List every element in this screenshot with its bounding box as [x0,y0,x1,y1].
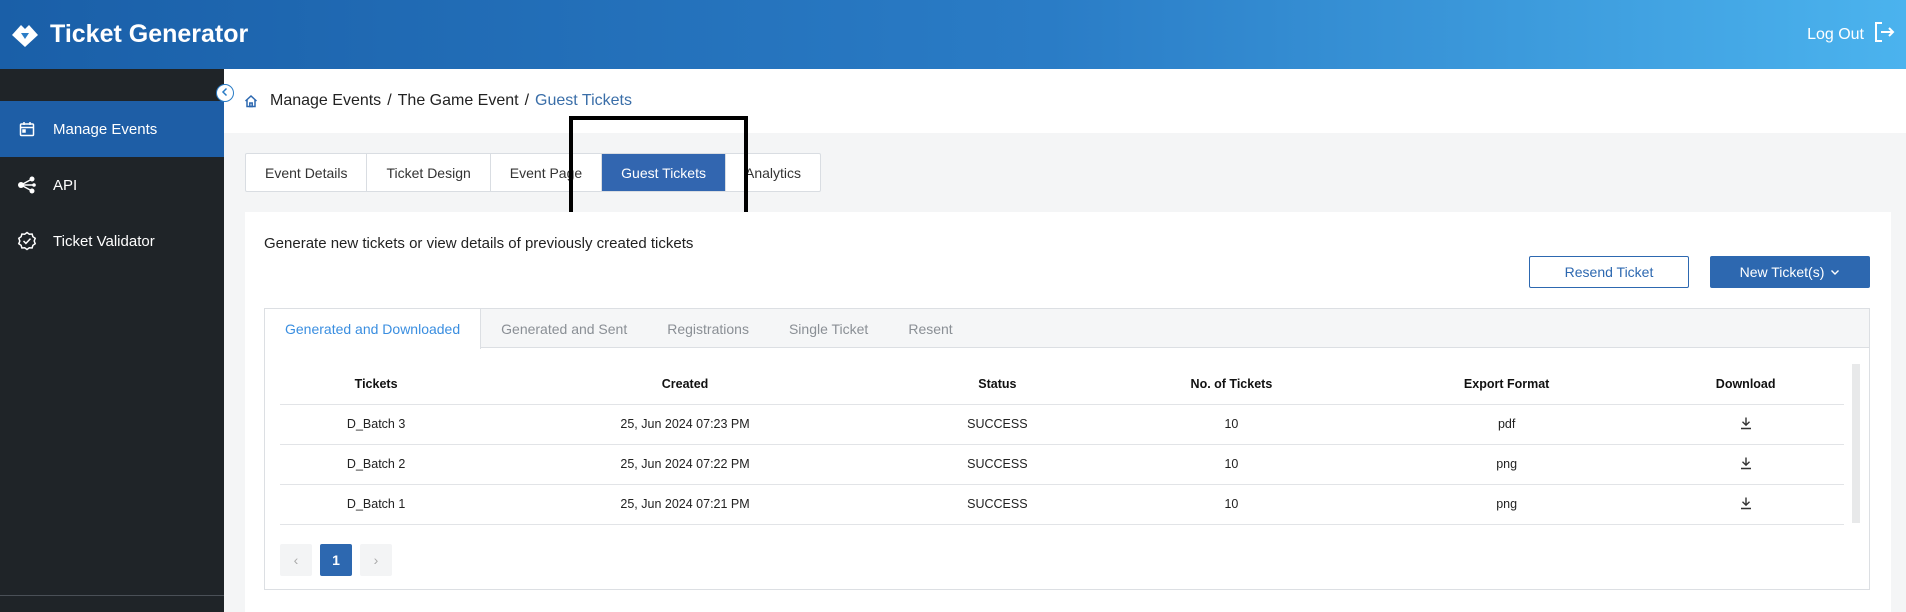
table-row: D_Batch 1 25, Jun 2024 07:21 PM SUCCESS … [280,484,1844,525]
chevron-left-icon [220,84,230,102]
pagination: ‹ 1 › [280,544,392,576]
tickets-table-wrap: Tickets Created Status No. of Tickets Ex… [280,364,1860,525]
cell-created: 25, Jun 2024 07:22 PM [472,444,898,485]
breadcrumb: Manage Events / The Game Event / Guest T… [224,69,1906,133]
cell-count: 10 [1096,404,1366,445]
tab-ticket-design[interactable]: Ticket Design [367,154,491,191]
share-nodes-icon [0,176,53,194]
cell-status: SUCCESS [897,444,1097,485]
breadcrumb-separator: / [387,92,392,109]
subtab-resent[interactable]: Resent [888,309,972,348]
ticket-logo-icon [10,19,42,51]
tickets-table: Tickets Created Status No. of Tickets Ex… [280,364,1844,525]
cell-format: pdf [1365,404,1648,445]
sidebar-item-api[interactable]: API [0,157,224,213]
cell-status: SUCCESS [897,484,1097,525]
tab-guest-tickets[interactable]: Guest Tickets [602,154,726,191]
col-status: Status [897,364,1097,405]
col-created: Created [472,364,898,405]
col-export-format: Export Format [1365,364,1648,405]
sidebar: Manage Events API Ticket Validator [0,69,224,612]
sidebar-item-label: Ticket Validator [53,232,155,250]
subtabs: Generated and Downloaded Generated and S… [265,309,1869,349]
breadcrumb-event[interactable]: The Game Event [398,92,519,110]
tab-event-details[interactable]: Event Details [246,154,368,191]
logout-label: Log Out [1807,25,1864,43]
sidebar-item-ticket-validator[interactable]: Ticket Validator [0,213,224,269]
breadcrumb-manage-events[interactable]: Manage Events [270,92,381,110]
guest-tickets-card: Generate new tickets or view details of … [245,212,1891,612]
cell-ticket: D_Batch 3 [280,404,473,445]
cell-download [1647,444,1844,485]
prev-page-button[interactable]: ‹ [280,544,312,576]
subtab-single-ticket[interactable]: Single Ticket [769,309,888,348]
top-header: Ticket Generator Log Out [0,0,1906,69]
table-header-row: Tickets Created Status No. of Tickets Ex… [280,364,1844,405]
table-row: D_Batch 3 25, Jun 2024 07:23 PM SUCCESS … [280,404,1844,445]
logout-icon [1872,20,1896,49]
sidebar-item-manage-events[interactable]: Manage Events [0,101,224,157]
cell-format: png [1365,484,1648,525]
app-title: Ticket Generator [50,20,249,48]
subtab-generated-sent[interactable]: Generated and Sent [481,309,647,348]
col-tickets: Tickets [280,364,473,405]
calendar-icon [0,121,53,137]
cell-download [1647,484,1844,525]
tab-event-page[interactable]: Event Page [491,154,603,191]
download-icon[interactable] [1739,416,1753,430]
table-scrollbar[interactable] [1852,364,1860,523]
cell-ticket: D_Batch 2 [280,444,473,485]
intro-text: Generate new tickets or view details of … [264,235,694,252]
next-page-button[interactable]: › [360,544,392,576]
sidebar-item-label: Manage Events [53,120,158,138]
badge-check-icon [0,231,53,251]
cell-count: 10 [1096,484,1366,525]
subtab-generated-downloaded[interactable]: Generated and Downloaded [265,309,482,349]
col-download: Download [1647,364,1844,405]
breadcrumb-separator: / [524,92,530,109]
cell-count: 10 [1096,444,1366,485]
sidebar-item-label: API [53,176,78,194]
sidebar-divider [0,595,224,596]
brand[interactable]: Ticket Generator [10,19,248,51]
cell-format: png [1365,444,1648,485]
cell-status: SUCCESS [897,404,1097,445]
download-icon[interactable] [1739,456,1753,470]
download-icon[interactable] [1739,496,1753,510]
chevron-down-icon [1830,264,1840,280]
cell-created: 25, Jun 2024 07:21 PM [472,484,898,525]
cell-download [1647,404,1844,445]
col-count: No. of Tickets [1096,364,1366,405]
sidebar-collapse-toggle[interactable] [216,84,234,102]
breadcrumb-current: Guest Tickets [535,92,632,109]
cell-created: 25, Jun 2024 07:23 PM [472,404,898,445]
tab-analytics[interactable]: Analytics [726,154,820,191]
tickets-panel: Generated and Downloaded Generated and S… [264,308,1870,590]
resend-ticket-button[interactable]: Resend Ticket [1529,256,1689,288]
table-row: D_Batch 2 25, Jun 2024 07:22 PM SUCCESS … [280,444,1844,485]
cell-ticket: D_Batch 1 [280,484,473,525]
new-tickets-label: New Ticket(s) [1739,264,1825,280]
logout-button[interactable]: Log Out [1807,20,1896,49]
event-tabs: Event Details Ticket Design Event Page G… [245,153,822,192]
home-icon[interactable] [244,94,258,108]
page-number-current[interactable]: 1 [320,544,352,576]
new-tickets-button[interactable]: New Ticket(s) [1710,256,1870,288]
subtab-registrations[interactable]: Registrations [647,309,769,348]
